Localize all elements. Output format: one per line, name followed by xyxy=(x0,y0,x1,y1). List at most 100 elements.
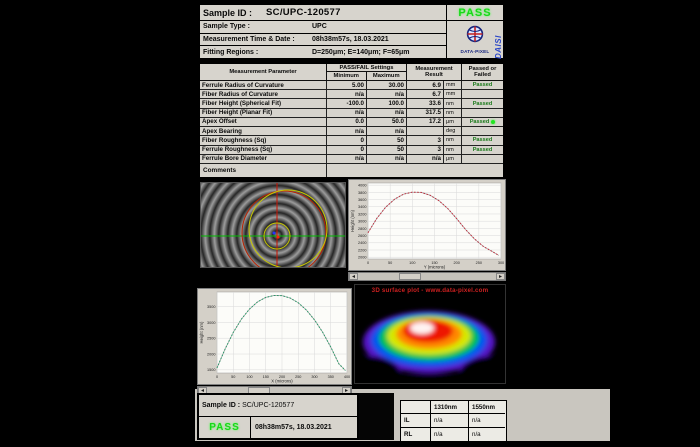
unit-cell: nm xyxy=(444,136,462,144)
svg-text:100: 100 xyxy=(409,261,415,265)
svg-text:3200: 3200 xyxy=(358,212,366,216)
parameter-cell: Fiber Height (Planar Fit) xyxy=(200,109,327,117)
status-cell: Passed xyxy=(462,136,503,144)
column-maximum: Maximum xyxy=(367,72,407,80)
svg-text:Y (microns): Y (microns) xyxy=(424,265,446,270)
svg-text:150: 150 xyxy=(263,375,269,379)
minimum-cell: 0 xyxy=(327,136,367,144)
status-cell xyxy=(462,127,503,135)
table-row: Ferrule Roughness (Sq)0503nmPassed xyxy=(200,146,503,155)
daisi-vertical-text: DAISI xyxy=(494,25,503,59)
loss-1550-value: n/a xyxy=(469,414,505,427)
unit-cell: deg xyxy=(444,127,462,135)
minimum-cell: -100.0 xyxy=(327,99,367,107)
svg-text:2400: 2400 xyxy=(358,241,366,245)
result-cell: 17.2 xyxy=(407,118,444,126)
y-profile-chart[interactable]: 0501001502002503002000220024002600280030… xyxy=(348,179,506,271)
il-rl-table: 1310nm1550nmILn/an/aRLn/an/a xyxy=(400,400,507,442)
header-table: Sample ID : SC/UPC-120577 Sample Type : … xyxy=(198,3,505,60)
svg-text:2600: 2600 xyxy=(358,234,366,238)
unit-cell: μm xyxy=(444,155,462,163)
maximum-cell: n/a xyxy=(367,127,407,135)
comments-value xyxy=(327,164,503,177)
svg-text:300: 300 xyxy=(311,375,317,379)
report-page: Sample ID : SC/UPC-120577 Sample Type : … xyxy=(0,0,700,447)
svg-text:50: 50 xyxy=(388,261,392,265)
loss-1310-value: n/a xyxy=(431,428,469,441)
parameter-cell: Ferrule Radius of Curvature xyxy=(200,81,327,89)
table-row: Fiber Height (Planar Fit)n/an/a317.5nm xyxy=(200,109,503,118)
comments-label: Comments xyxy=(200,164,327,177)
svg-text:2000: 2000 xyxy=(207,352,215,356)
status-cell: Passed xyxy=(462,81,503,89)
surface-3d-dome xyxy=(355,295,506,384)
result-cell: 6.9 xyxy=(407,81,444,89)
footer-black-patch xyxy=(359,393,394,440)
loss-1550-value: n/a xyxy=(469,428,505,441)
wavelength-1310-header: 1310nm xyxy=(431,401,469,414)
svg-text:50: 50 xyxy=(231,375,235,379)
scroll-right-arrow[interactable]: ▸ xyxy=(496,273,505,280)
result-cell: 317.5 xyxy=(407,109,444,117)
maximum-cell: 50 xyxy=(367,146,407,154)
interferogram-overlays xyxy=(201,183,345,267)
parameter-cell: Fiber Height (Spherical Fit) xyxy=(200,99,327,107)
status-cell xyxy=(462,90,503,98)
svg-text:200: 200 xyxy=(453,261,459,265)
unit-cell: nm xyxy=(444,109,462,117)
maximum-cell: 30.00 xyxy=(367,81,407,89)
svg-text:250: 250 xyxy=(476,261,482,265)
svg-text:Height (nm): Height (nm) xyxy=(199,321,204,343)
sample-id-value: SC/UPC-120577 xyxy=(266,7,341,18)
svg-text:1500: 1500 xyxy=(207,368,215,372)
maximum-cell: n/a xyxy=(367,90,407,98)
svg-text:300: 300 xyxy=(498,261,504,265)
maximum-cell: 50.0 xyxy=(367,118,407,126)
column-status: Passed or Failed xyxy=(462,64,503,80)
measurement-time-label: Measurement Time & Date : xyxy=(203,36,312,43)
scroll-left-arrow[interactable]: ◂ xyxy=(349,273,358,280)
surface-3d-panel[interactable]: 3D surface plot - www.data-pixel.com xyxy=(354,284,506,384)
table-row: Ferrule Bore Diametern/an/an/aμm xyxy=(200,155,503,164)
logo-box: DATA-PIXEL DAISI xyxy=(447,21,503,58)
minimum-cell: n/a xyxy=(327,155,367,163)
parameter-cell: Fiber Roughness (Sq) xyxy=(200,136,327,144)
parameter-cell: Ferrule Roughness (Sq) xyxy=(200,146,327,154)
svg-text:3500: 3500 xyxy=(207,305,215,309)
scroll-track[interactable] xyxy=(358,273,496,280)
table-row: Apex Bearingn/an/adeg xyxy=(200,127,503,136)
table-row: Fiber Height (Spherical Fit)-100.0100.03… xyxy=(200,99,503,108)
footer-sample-id-label: Sample ID : xyxy=(202,402,240,409)
logo-brand-text: DATA-PIXEL xyxy=(461,49,490,54)
x-profile-chart[interactable]: 0501001502002503003504001500200025003000… xyxy=(197,288,352,385)
scroll-thumb[interactable] xyxy=(399,273,421,280)
maximum-cell: 100.0 xyxy=(367,99,407,107)
fitting-regions-label: Fitting Regions : xyxy=(203,49,312,56)
maximum-cell: n/a xyxy=(367,155,407,163)
svg-text:Height (nm): Height (nm) xyxy=(350,209,355,231)
status-cell xyxy=(462,155,503,163)
measurement-table: Measurement Parameter PASS/FAIL Settings… xyxy=(198,62,505,179)
status-cell: Passed xyxy=(462,146,503,154)
svg-text:3000: 3000 xyxy=(207,321,215,325)
sample-type-row: Sample Type : UPC xyxy=(200,21,446,34)
table-row: Ferrule Radius of Curvature5.0030.006.9m… xyxy=(200,81,503,90)
result-cell: 6.7 xyxy=(407,90,444,98)
interferogram-image[interactable] xyxy=(200,182,346,268)
maximum-cell: n/a xyxy=(367,109,407,117)
minimum-cell: n/a xyxy=(327,90,367,98)
column-minimum: Minimum xyxy=(327,72,367,80)
result-cell xyxy=(407,127,444,135)
measurement-table-header: Measurement Parameter PASS/FAIL Settings… xyxy=(200,64,503,81)
result-cell: 33.6 xyxy=(407,99,444,107)
fitting-regions-row: Fitting Regions : D=250μm; E=140μm; F=65… xyxy=(200,46,446,58)
y-profile-scrollbar[interactable]: ◂ ▸ xyxy=(348,272,506,281)
svg-text:350: 350 xyxy=(328,375,334,379)
footer-sample-id-row: Sample ID : SC/UPC-120577 xyxy=(199,395,357,417)
svg-text:2200: 2200 xyxy=(358,248,366,252)
svg-text:3000: 3000 xyxy=(358,220,366,224)
footer-timestamp: 08h38m57s, 18.03.2021 xyxy=(251,424,357,431)
loss-1310-value: n/a xyxy=(431,414,469,427)
wavelength-1550-header: 1550nm xyxy=(469,401,505,414)
table-row: Apex Offset0.050.017.2μmPassed xyxy=(200,118,503,127)
